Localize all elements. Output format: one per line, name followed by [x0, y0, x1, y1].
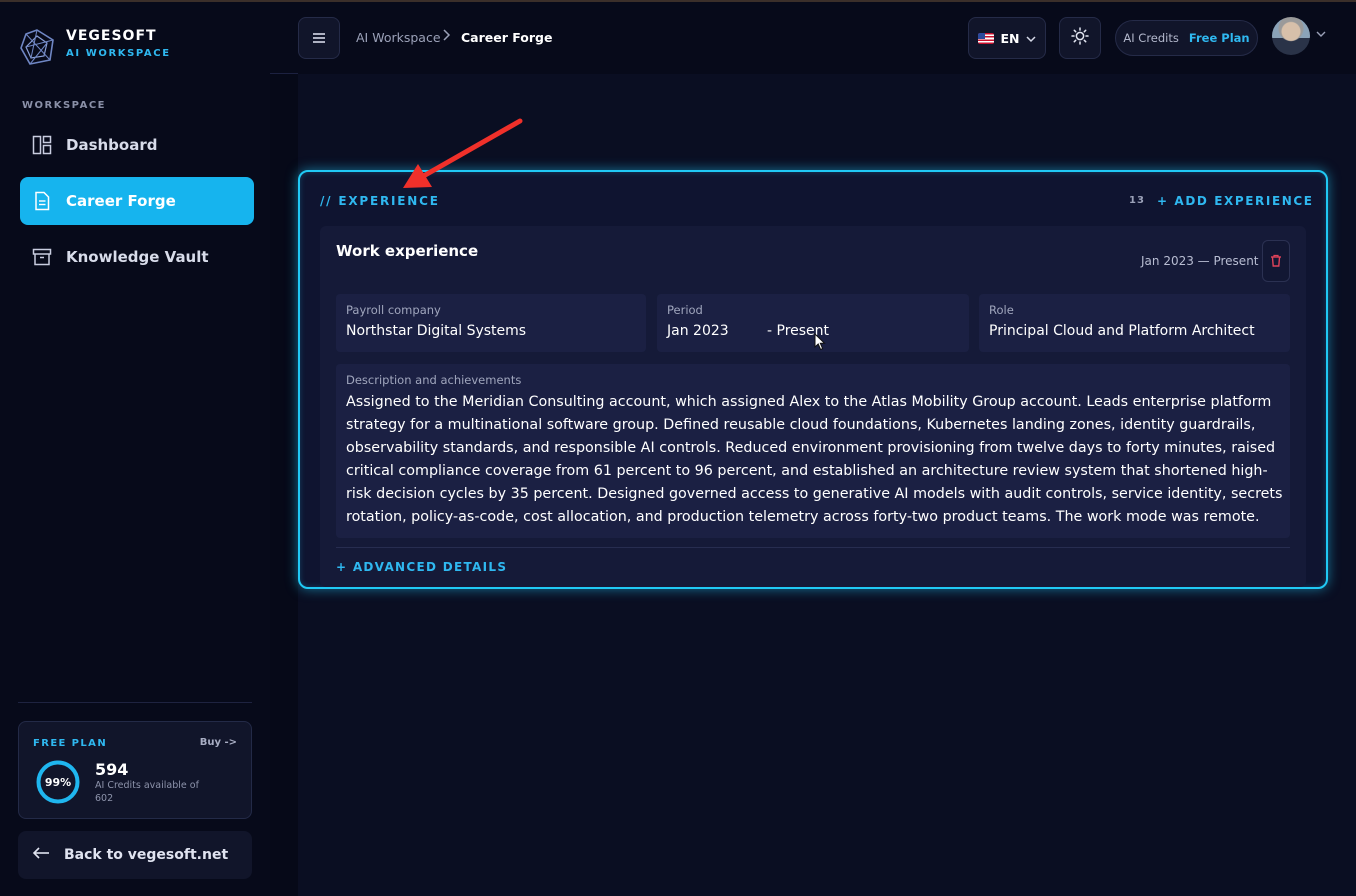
period-label: Period: [667, 303, 703, 317]
entry-divider: [336, 547, 1290, 548]
chevron-down-icon: [1025, 31, 1036, 46]
description-label: Description and achievements: [346, 373, 522, 387]
trash-icon: [1270, 252, 1282, 271]
experience-section: // EXPERIENCE 13 + ADD EXPERIENCE Work e…: [298, 170, 1328, 589]
brand[interactable]: VEGESOFT AI WORKSPACE: [18, 26, 248, 66]
section-title: // EXPERIENCE: [320, 194, 440, 208]
language-select[interactable]: EN: [968, 17, 1046, 59]
sidebar-item-knowledge-vault[interactable]: Knowledge Vault: [20, 233, 254, 281]
breadcrumb-current: Career Forge: [461, 30, 553, 45]
role-label: Role: [989, 303, 1014, 317]
menu-toggle-button[interactable]: [298, 17, 340, 59]
top-header: AI Workspace Career Forge EN AI Credits: [270, 2, 1356, 74]
credits-label: AI Credits: [1123, 31, 1179, 45]
period-field[interactable]: Period Jan 2023 - Present: [657, 294, 969, 352]
entry-dates: Jan 2023 — Present: [1141, 254, 1259, 268]
role-field[interactable]: Role Principal Cloud and Platform Archit…: [979, 294, 1290, 352]
advanced-details-toggle[interactable]: + ADVANCED DETAILS: [336, 560, 507, 574]
sidebar-divider: [18, 702, 252, 703]
buy-link[interactable]: Buy ->: [200, 737, 237, 748]
back-to-site-button[interactable]: Back to vegesoft.net: [18, 831, 252, 879]
credits-percent: 99%: [44, 775, 72, 789]
role-value: Principal Cloud and Platform Architect: [989, 323, 1255, 339]
hamburger-icon: [312, 29, 326, 48]
brand-logo-icon: [20, 29, 54, 65]
credits-count: 594: [95, 760, 129, 779]
archive-icon: [32, 247, 52, 267]
chevron-down-icon[interactable]: [1316, 27, 1326, 41]
user-avatar[interactable]: [1272, 17, 1310, 55]
plan-badge: Free Plan: [1188, 31, 1250, 45]
period-start[interactable]: Jan 2023: [667, 323, 729, 339]
sidebar-item-label: Career Forge: [66, 192, 176, 210]
ai-credits-pill[interactable]: AI Credits Free Plan: [1115, 20, 1258, 56]
experience-entry: Work experience Jan 2023 — Present Payro…: [320, 226, 1306, 587]
us-flag-icon: [978, 32, 995, 44]
arrow-left-icon: [32, 846, 50, 864]
delete-entry-button[interactable]: [1262, 240, 1290, 282]
mouse-cursor-icon: [814, 333, 826, 351]
sun-icon: [1071, 27, 1089, 49]
description-text: Assigned to the Meridian Consulting acco…: [346, 394, 1283, 525]
sidebar: VEGESOFT AI WORKSPACE WORKSPACE Dashboar…: [0, 2, 270, 896]
sidebar-item-label: Dashboard: [66, 136, 158, 154]
company-label: Payroll company: [346, 303, 441, 317]
credits-description: AI Credits available of 602: [95, 780, 199, 804]
sidebar-item-dashboard[interactable]: Dashboard: [20, 121, 254, 169]
document-icon: [32, 191, 52, 211]
sidebar-item-career-forge[interactable]: Career Forge: [20, 177, 254, 225]
sidebar-section-label: WORKSPACE: [22, 100, 107, 111]
brand-name: VEGESOFT: [66, 28, 157, 44]
chevron-right-icon: [442, 28, 452, 46]
plan-card: FREE PLAN Buy -> 99% 594 AI Credits avai…: [18, 721, 252, 819]
brand-subtitle: AI WORKSPACE: [66, 48, 171, 59]
sidebar-item-label: Knowledge Vault: [66, 248, 209, 266]
header-divider: [270, 73, 298, 74]
entry-title: Work experience: [336, 242, 479, 260]
dashboard-icon: [32, 135, 52, 155]
add-experience-button[interactable]: + ADD EXPERIENCE: [1157, 194, 1314, 208]
language-label: EN: [1000, 30, 1020, 46]
theme-toggle-button[interactable]: [1059, 17, 1101, 59]
company-value: Northstar Digital Systems: [346, 323, 527, 339]
experience-count: 13: [1129, 195, 1145, 206]
plan-label: FREE PLAN: [33, 738, 108, 749]
description-field[interactable]: Description and achievements Assigned to…: [336, 364, 1290, 538]
breadcrumb-root[interactable]: AI Workspace: [356, 30, 441, 45]
company-field[interactable]: Payroll company Northstar Digital System…: [336, 294, 646, 352]
back-label: Back to vegesoft.net: [64, 847, 229, 863]
